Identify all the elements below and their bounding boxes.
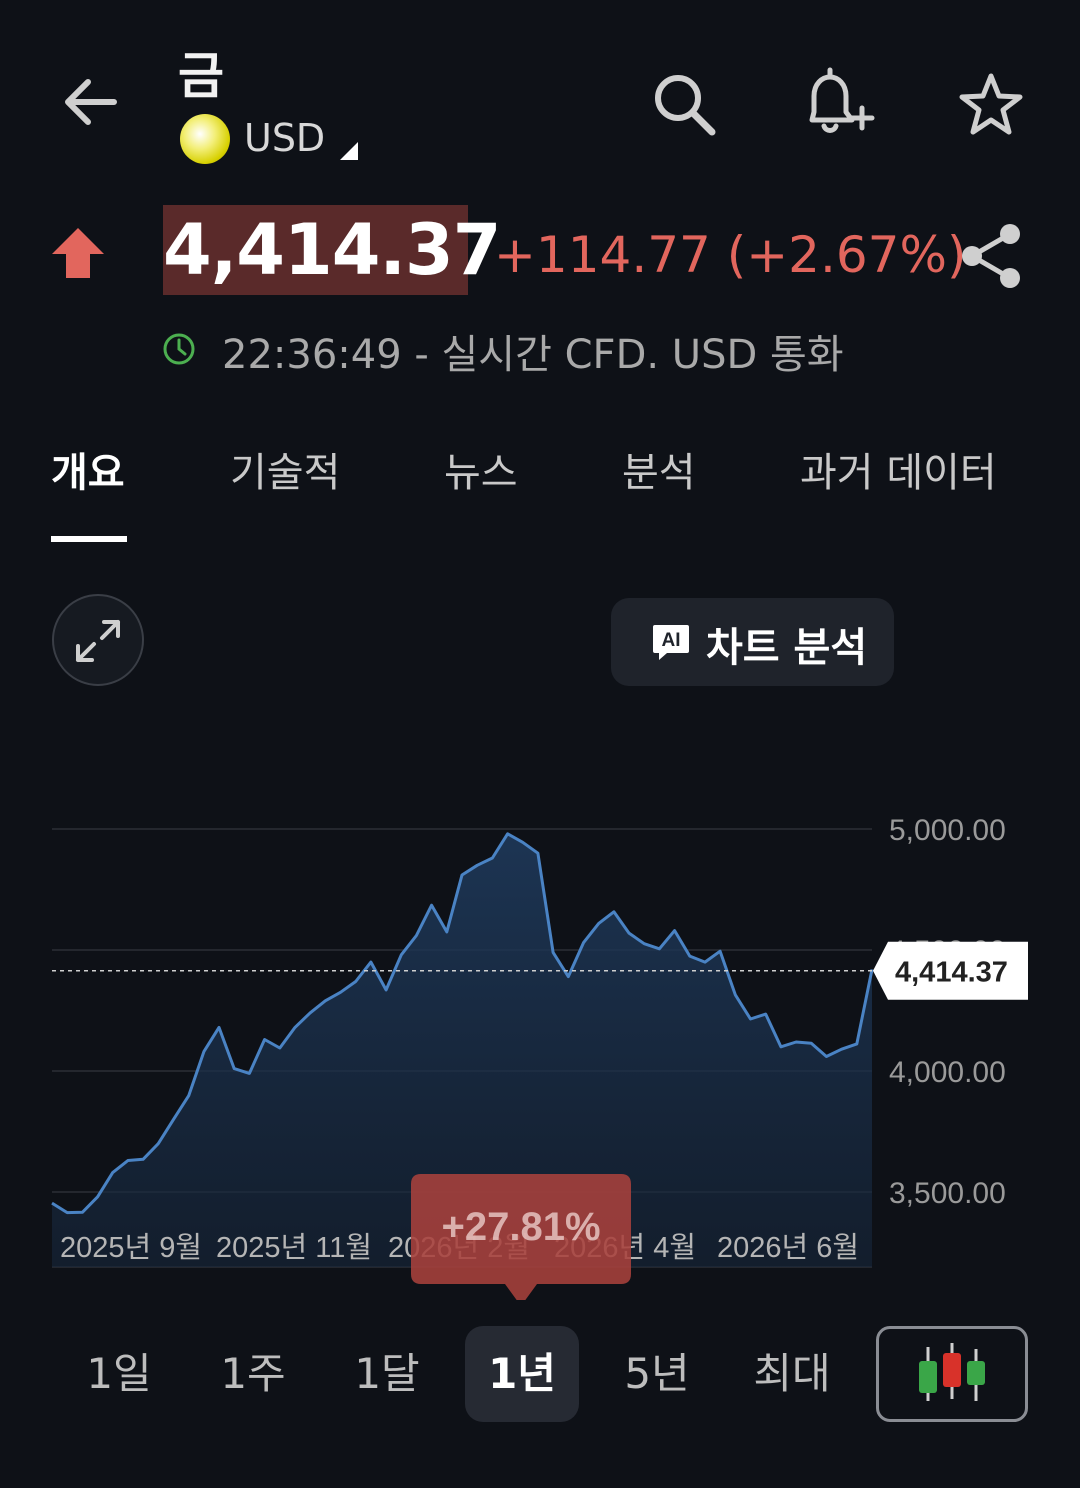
expand-icon: [76, 620, 120, 662]
y-axis-tick-label: 4,000.00: [889, 1056, 1006, 1089]
y-axis-tick-label: 5,000.00: [889, 814, 1006, 847]
back-arrow-icon[interactable]: [58, 70, 122, 134]
currency-label[interactable]: USD: [244, 116, 325, 160]
tab-analysis[interactable]: 분석: [622, 440, 696, 498]
price-chart[interactable]: 3,500.004,000.004,500.005,000.00 4,414.3…: [0, 740, 1080, 1300]
current-price-tag: 4,414.37: [873, 941, 1028, 1000]
ai-badge-text: AI: [662, 630, 681, 651]
x-axis-tick-label: 2025년 11월: [216, 1231, 372, 1264]
quote-timestamp: 22:36:49 - 실시간 CFD. USD 통화: [222, 332, 844, 378]
instrument-title: 금: [178, 47, 224, 105]
x-axis-tick-label: 2026년 6월: [717, 1231, 859, 1264]
period-change-badge: +27.81%: [411, 1174, 631, 1300]
x-axis-tick-label: 2025년 9월: [60, 1231, 202, 1264]
current-price-tag-label: 4,414.37: [895, 957, 1008, 989]
current-price: 4,414.37: [163, 209, 501, 291]
add-alert-bell-icon[interactable]: [800, 66, 876, 142]
tab-news[interactable]: 뉴스: [444, 440, 518, 498]
active-tab-indicator: [51, 536, 127, 542]
clock-icon: [163, 333, 195, 365]
ai-badge-icon: AI: [653, 625, 689, 660]
y-axis-tick-label: 3,500.00: [889, 1177, 1006, 1210]
tab-historical-data[interactable]: 과거 데이터: [800, 440, 997, 498]
fullscreen-button[interactable]: [52, 594, 144, 686]
share-icon[interactable]: [956, 220, 1026, 292]
search-icon[interactable]: [650, 70, 720, 140]
tab-technical[interactable]: 기술적: [230, 440, 340, 498]
ai-chart-analysis-label: 차트 분석: [706, 625, 868, 671]
range-1-week[interactable]: 1주: [204, 1326, 302, 1422]
price-up-arrow-icon: [52, 228, 104, 278]
gold-coin-icon: [180, 114, 230, 164]
candlestick-toggle-button[interactable]: [876, 1326, 1028, 1422]
range-1-year[interactable]: 1년: [465, 1326, 579, 1422]
range-5-year[interactable]: 5년: [608, 1326, 706, 1422]
tab-overview[interactable]: 개요: [51, 440, 125, 498]
candlestick-icon: [919, 1343, 985, 1401]
range-1-month[interactable]: 1달: [338, 1326, 436, 1422]
price-change: +114.77 (+2.67%): [494, 226, 967, 284]
favorite-star-icon[interactable]: [956, 70, 1026, 140]
range-max[interactable]: 최대: [742, 1326, 842, 1422]
range-1-day[interactable]: 1일: [70, 1326, 168, 1422]
currency-dropdown-icon[interactable]: [340, 142, 358, 160]
period-change-label: +27.81%: [441, 1205, 600, 1249]
